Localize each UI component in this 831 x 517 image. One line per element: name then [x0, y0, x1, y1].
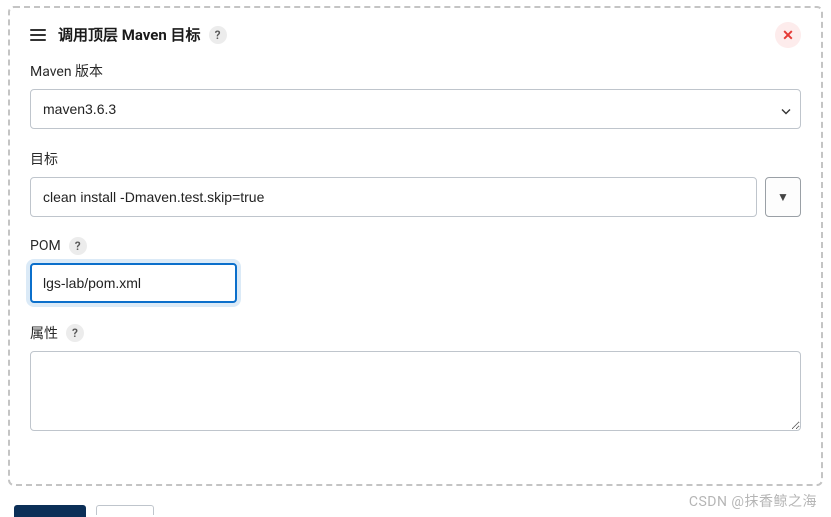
maven-version-select-wrap: maven3.6.3	[30, 89, 801, 129]
pom-label: POM	[30, 238, 61, 254]
maven-step-panel: 调用顶层 Maven 目标 ? ✕ Maven 版本 maven3.6.3 目标…	[8, 6, 823, 486]
footer-buttons	[14, 505, 154, 517]
chevron-down-icon: ▼	[777, 190, 789, 204]
close-button[interactable]: ✕	[775, 22, 801, 48]
panel-title: 调用顶层 Maven 目标	[58, 24, 201, 45]
panel-header: 调用顶层 Maven 目标 ? ✕	[30, 24, 801, 45]
help-icon[interactable]: ?	[209, 26, 227, 44]
help-icon[interactable]: ?	[66, 324, 84, 342]
goals-input[interactable]	[30, 177, 757, 217]
goals-expand-button[interactable]: ▼	[765, 177, 801, 217]
maven-version-select[interactable]: maven3.6.3	[30, 89, 801, 129]
maven-version-label: Maven 版本	[30, 61, 801, 81]
goals-group: 目标 ▼	[30, 149, 801, 217]
pom-input[interactable]	[30, 263, 237, 303]
properties-group: 属性 ?	[30, 323, 801, 435]
watermark-text: CSDN @抹香鲸之海	[689, 491, 817, 511]
help-icon[interactable]: ?	[69, 237, 87, 255]
goals-label: 目标	[30, 149, 801, 169]
properties-label: 属性	[30, 323, 58, 343]
secondary-button-partial[interactable]	[96, 505, 154, 515]
drag-handle-icon[interactable]	[30, 29, 48, 41]
properties-input[interactable]	[30, 351, 801, 431]
pom-group: POM ?	[30, 237, 801, 303]
primary-button-partial[interactable]	[14, 505, 86, 517]
maven-version-group: Maven 版本 maven3.6.3	[30, 61, 801, 129]
close-icon: ✕	[782, 27, 794, 44]
